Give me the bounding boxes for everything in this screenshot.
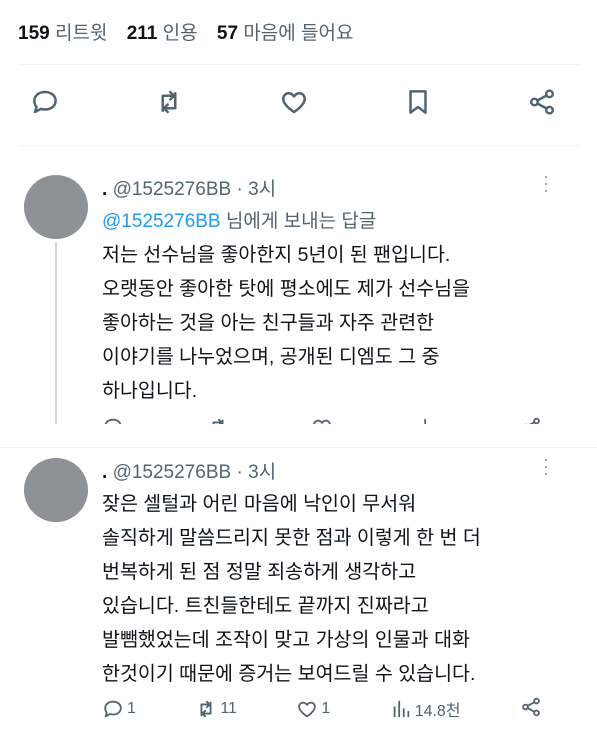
avatar[interactable] <box>24 175 88 239</box>
heart-icon[interactable] <box>279 87 309 117</box>
divider <box>18 145 579 146</box>
quotes-count: 211 <box>126 23 158 44</box>
thread-line <box>55 242 57 424</box>
retweet-button[interactable]: 11 <box>195 698 237 720</box>
views-count: 14.8천 <box>414 703 461 720</box>
share-icon[interactable] <box>527 87 557 117</box>
display-name[interactable]: . <box>102 462 107 483</box>
tweet-text: 잦은 셀털과 어린 마음에 낙인이 무서워 솔직하게 말씀드리지 못한 점과 이… <box>102 493 481 685</box>
reply-icon <box>104 700 122 718</box>
tweet-text: 저는 선수님을 좋아한지 5년이 된 팬입니다. 오랫동안 좋아한 탓에 평소에… <box>102 244 470 402</box>
user-handle[interactable]: @1525276BB <box>113 179 232 200</box>
reply-action-bar <box>102 415 542 424</box>
replying-to-label: 님에게 보내는 답글 <box>225 211 377 232</box>
retweet-count: 11 <box>220 700 237 717</box>
reply-mention-link[interactable]: @1525276BB <box>102 211 221 232</box>
reply-icon[interactable] <box>102 416 124 424</box>
more-options-icon[interactable]: ··· <box>536 174 557 195</box>
retweet-icon <box>200 700 212 718</box>
separator: · <box>236 179 243 200</box>
reply-count: 1 <box>127 700 136 717</box>
retweets-label[interactable]: 리트윗 <box>55 23 107 44</box>
timestamp[interactable]: 3시 <box>248 179 276 200</box>
heart-icon <box>298 701 317 718</box>
engagement-stats: 159 리트윗 211 인용 57 마음에 들어요 <box>18 18 368 45</box>
divider <box>18 64 579 65</box>
likes-label[interactable]: 마음에 들어요 <box>243 23 353 44</box>
timestamp[interactable]: 3시 <box>248 462 276 483</box>
tweet-action-bar <box>30 84 557 120</box>
retweet-icon[interactable] <box>207 416 229 424</box>
reply-icon[interactable] <box>30 87 60 117</box>
more-options-icon[interactable]: ··· <box>536 457 557 478</box>
separator: · <box>236 462 243 483</box>
divider <box>0 447 597 448</box>
views-icon[interactable] <box>416 416 438 424</box>
reply-tweet[interactable]: . @1525276BB · 3시 ··· @1525276BB 님에게 보내는… <box>0 172 597 424</box>
bookmark-icon[interactable] <box>403 87 433 117</box>
tweet-header: . @1525276BB · 3시 <box>102 174 276 201</box>
user-handle[interactable]: @1525276BB <box>113 462 232 483</box>
display-name[interactable]: . <box>102 179 107 200</box>
tweet-header: . @1525276BB · 3시 <box>102 457 276 484</box>
share-icon[interactable] <box>520 416 542 424</box>
reply-tweet[interactable]: . @1525276BB · 3시 ··· 잦은 셀털과 어린 마음에 낙인이 … <box>0 455 597 747</box>
reply-action-bar: 1 11 1 14.8천 <box>102 695 542 723</box>
like-button[interactable]: 1 <box>296 698 330 720</box>
heart-icon[interactable] <box>311 416 333 424</box>
retweets-count: 159 <box>18 23 50 44</box>
like-count: 1 <box>321 700 331 717</box>
replying-to: @1525276BB 님에게 보내는 답글 <box>102 206 376 233</box>
share-icon[interactable] <box>520 696 542 723</box>
likes-count: 57 <box>216 23 239 44</box>
views-icon <box>393 700 409 718</box>
retweet-icon[interactable] <box>154 87 184 117</box>
quotes-label[interactable]: 인용 <box>163 23 198 44</box>
views-button[interactable]: 14.8천 <box>390 697 461 721</box>
avatar[interactable] <box>24 458 88 522</box>
reply-button[interactable]: 1 <box>102 698 136 720</box>
